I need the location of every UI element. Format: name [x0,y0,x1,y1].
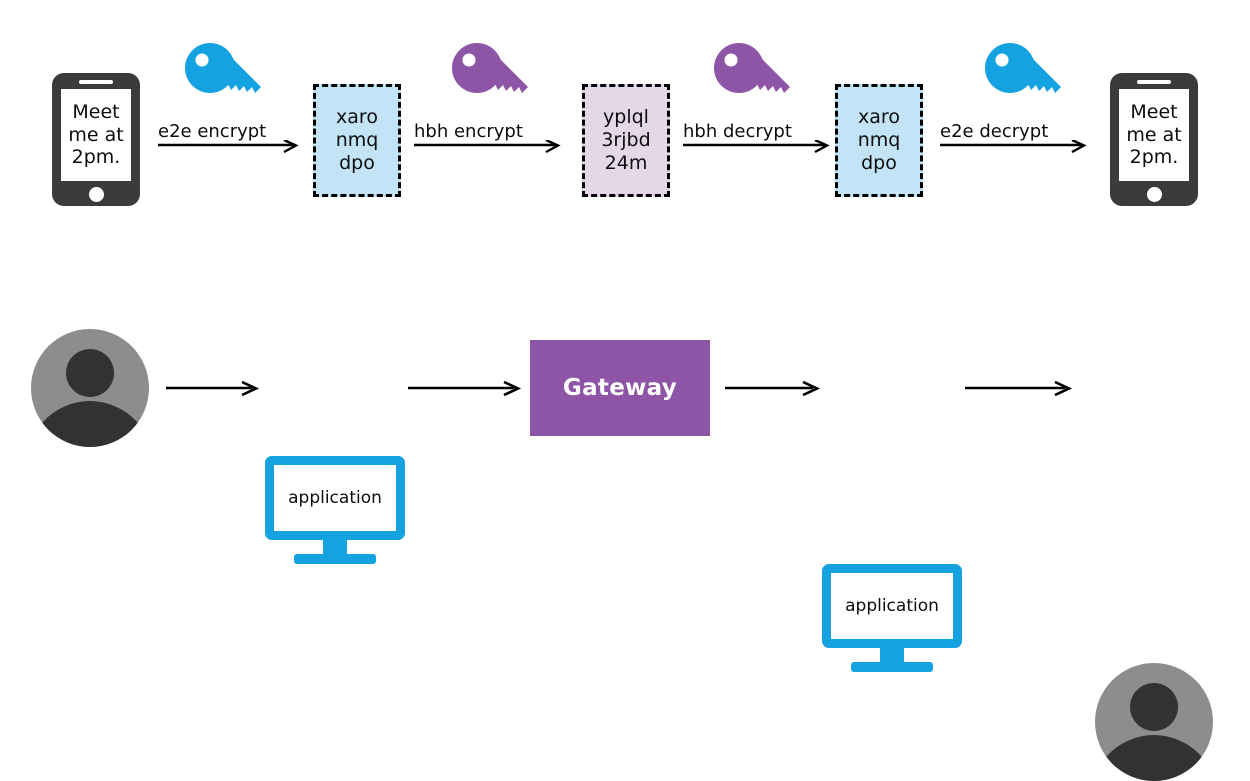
gateway-label: Gateway [562,375,678,401]
e2e-decrypt-key-icon [983,40,1067,116]
message-line: Meet [1130,101,1178,124]
flow-hbh-decrypt: hbh decrypt [683,110,831,154]
monitor-screen: application [265,456,405,540]
cipher-line: yplql [603,106,649,129]
receiver-phone-screen: Meet me at 2pm. [1119,89,1189,181]
phone-speaker [79,80,113,84]
flow-label-e2e-encrypt: e2e encrypt [158,121,267,142]
gateway-node: Gateway [530,340,710,436]
sender-application-monitor-icon: application [265,456,405,564]
arrow-avatar-to-application [166,380,260,396]
hbh-decrypt-key-icon [712,40,796,116]
monitor-base [851,662,933,672]
flow-label-e2e-decrypt: e2e decrypt [940,121,1049,142]
flow-e2e-decrypt: e2e decrypt [940,110,1088,154]
avatar-body [1095,735,1213,781]
hbh-encrypt-key-icon [450,40,534,116]
flow-e2e-encrypt: e2e encrypt [158,110,300,154]
arrow-application-to-avatar [965,380,1073,396]
cipher-line: 24m [604,151,648,174]
message-line: me at [1126,123,1182,146]
application-label: application [845,596,939,616]
avatar-head [66,349,114,397]
receiver-phone-icon: Meet me at 2pm. [1110,73,1198,206]
sender-user-avatar-icon [31,329,149,447]
message-line: me at [68,123,124,146]
cipher-line: 3rjbd [601,129,651,152]
flow-label-hbh-encrypt: hbh encrypt [414,121,523,142]
monitor-screen: application [822,564,962,648]
message-line: Meet [72,101,120,124]
message-line: 2pm. [1129,146,1179,169]
receiver-application-monitor-icon: application [822,564,962,672]
avatar-head [1130,683,1178,731]
arrow-application-to-gateway [408,380,522,396]
diagram-canvas: Meet me at 2pm. e2e encrypt xaro nmq dpo [0,0,1250,781]
ciphertext-box-e2e-2: xaro nmq dpo [835,84,923,197]
e2e-encrypt-key-icon [183,40,267,116]
receiver-user-avatar-icon [1095,663,1213,781]
flow-label-hbh-decrypt: hbh decrypt [683,121,792,142]
arrow-icon [683,140,830,154]
cipher-line: nmq [857,129,901,152]
ciphertext-box-e2e-1: xaro nmq dpo [313,84,401,197]
arrow-icon [414,140,561,154]
arrow-icon [158,140,299,154]
message-line: 2pm. [71,146,121,169]
cipher-line: dpo [339,151,375,174]
cipher-line: xaro [858,106,900,129]
flow-hbh-encrypt: hbh encrypt [414,110,562,154]
cipher-line: nmq [335,129,379,152]
phone-home-button [88,187,104,202]
cipher-line: dpo [861,151,897,174]
cipher-line: xaro [336,106,378,129]
monitor-base [294,554,376,564]
phone-speaker [1137,80,1171,84]
sender-phone-screen: Meet me at 2pm. [61,89,131,181]
arrow-icon [940,140,1087,154]
arrow-gateway-to-application [725,380,821,396]
avatar-body [31,401,149,447]
monitor-neck [323,540,347,555]
ciphertext-box-hbh: yplql 3rjbd 24m [582,84,670,197]
monitor-neck [880,648,904,663]
application-label: application [288,488,382,508]
sender-phone-icon: Meet me at 2pm. [52,73,140,206]
phone-home-button [1146,187,1162,202]
